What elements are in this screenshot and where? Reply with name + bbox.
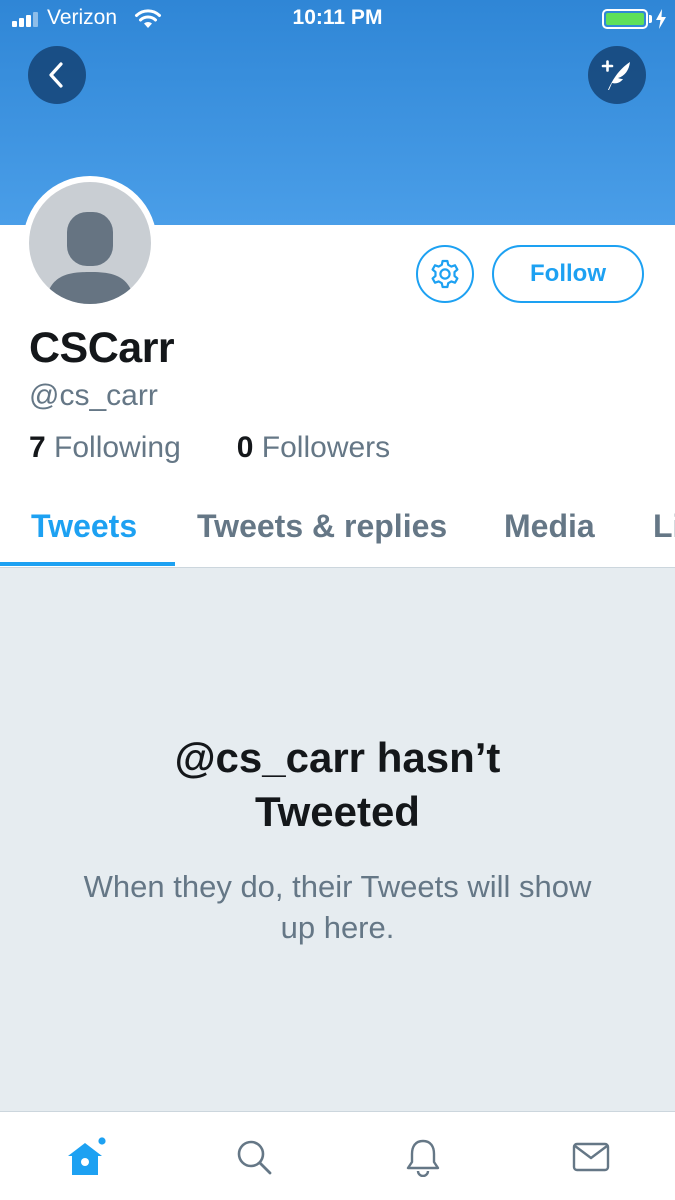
profile-settings-button[interactable] [416,245,474,303]
nav-search-button[interactable] [229,1132,279,1182]
follow-button[interactable]: Follow [492,245,644,303]
nav-notifications-button[interactable] [398,1132,448,1182]
followers-label: Followers [261,431,391,464]
bottom-tab-bar [0,1111,675,1200]
tab-tweets-and-replies[interactable]: Tweets & replies [197,508,447,545]
home-icon [68,1137,106,1175]
avatar[interactable] [23,176,157,310]
profile-stats: 7 Following 0 Followers [29,431,390,465]
battery-icon [602,9,648,29]
compose-tweet-icon [601,60,630,90]
tab-tweets[interactable]: Tweets [31,508,137,545]
messages-envelope-icon [572,1142,610,1172]
default-avatar-icon [29,182,151,304]
followers-count: 0 [236,431,254,464]
status-time: 10:11 PM [292,6,383,29]
empty-state-subtitle: When they do, their Tweets will show up … [83,869,592,945]
profile-tabs: Tweets Tweets & replies Media Likes [0,494,675,568]
gear-icon [431,259,459,289]
back-button[interactable] [28,46,86,104]
battery-cap [649,15,652,23]
empty-state-title: @cs_carr hasn’t Tweeted [174,734,501,835]
empty-timeline: @cs_carr hasn’t Tweeted When they do, th… [0,568,675,1111]
followers-stat-link[interactable]: 0 Followers [237,431,390,465]
search-icon [237,1140,272,1175]
compose-tweet-button[interactable] [588,46,646,104]
active-tab-indicator [0,562,175,566]
following-label: Following [54,431,181,464]
tab-likes[interactable]: Likes [653,508,675,545]
profile-display-name: CSCarr [29,324,175,372]
charging-bolt-icon [656,9,666,29]
status-bar: Verizon 10:11 PM [0,0,675,38]
tab-media[interactable]: Media [504,508,595,545]
nav-messages-button[interactable] [566,1132,616,1182]
following-stat-link[interactable]: 7 Following [29,431,181,465]
nav-home-button[interactable] [61,1132,111,1182]
following-count: 7 [29,431,46,464]
chevron-left-icon [49,62,63,88]
notifications-bell-icon [406,1139,440,1177]
profile-handle: @cs_carr [29,379,158,412]
